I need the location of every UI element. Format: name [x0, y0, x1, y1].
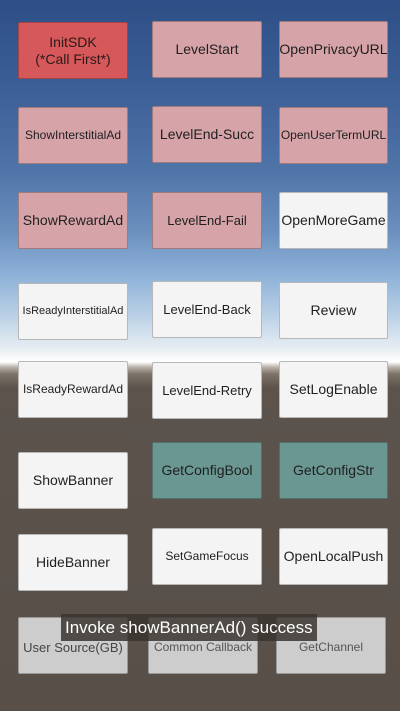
- hide-banner-label: HideBanner: [36, 554, 110, 571]
- set-game-focus-label: SetGameFocus: [165, 549, 249, 564]
- level-start-button[interactable]: LevelStart: [152, 21, 262, 78]
- toast-text: Invoke showBannerAd() success: [65, 617, 313, 637]
- level-end-fail-label: LevelEnd-Fail: [167, 212, 247, 228]
- show-reward-ad-label: ShowRewardAd: [22, 212, 124, 229]
- show-banner-label: ShowBanner: [32, 472, 114, 489]
- set-game-focus-button[interactable]: SetGameFocus: [152, 528, 262, 585]
- level-end-retry-label: LevelEnd-Retry: [162, 382, 252, 398]
- level-end-fail-button[interactable]: LevelEnd-Fail: [152, 192, 262, 249]
- show-banner-button[interactable]: ShowBanner: [18, 452, 128, 509]
- open-local-push-button[interactable]: OpenLocalPush: [279, 528, 388, 585]
- is-ready-reward-ad-button[interactable]: IsReadyRewardAd: [18, 361, 128, 418]
- level-end-succ-button[interactable]: LevelEnd-Succ: [152, 106, 262, 163]
- init-sdk-button[interactable]: InitSDK (*Call First*): [18, 22, 128, 79]
- get-channel-label: GetChannel: [298, 640, 364, 655]
- init-sdk-label: InitSDK: [49, 33, 97, 50]
- open-user-term-url-label: OpenUserTermURL: [280, 128, 387, 143]
- open-local-push-label: OpenLocalPush: [283, 548, 384, 565]
- toast-message: Invoke showBannerAd() success: [61, 614, 317, 641]
- set-log-enable-label: SetLogEnable: [289, 381, 378, 398]
- level-start-label: LevelStart: [175, 41, 239, 58]
- review-button[interactable]: Review: [279, 282, 388, 339]
- show-interstitial-ad-button[interactable]: ShowInterstitialAd: [18, 107, 128, 164]
- common-callback-label: Common Callback: [153, 640, 253, 655]
- review-label: Review: [310, 302, 357, 319]
- level-end-retry-button[interactable]: LevelEnd-Retry: [152, 362, 262, 419]
- get-config-str-label: GetConfigStr: [293, 462, 374, 479]
- level-end-succ-label: LevelEnd-Succ: [159, 126, 255, 143]
- init-sdk-note: (*Call First*): [35, 50, 111, 67]
- get-config-str-button[interactable]: GetConfigStr: [279, 442, 388, 499]
- is-ready-interstitial-ad-label: IsReadyInterstitialAd: [22, 304, 124, 317]
- set-log-enable-button[interactable]: SetLogEnable: [279, 361, 388, 418]
- is-ready-reward-ad-label: IsReadyRewardAd: [22, 382, 124, 397]
- user-source-label: User Source(GB): [23, 639, 123, 655]
- is-ready-interstitial-ad-button[interactable]: IsReadyInterstitialAd: [18, 283, 128, 340]
- show-interstitial-ad-label: ShowInterstitialAd: [24, 128, 122, 143]
- open-privacy-url-button[interactable]: OpenPrivacyURL: [279, 21, 388, 78]
- level-end-back-button[interactable]: LevelEnd-Back: [152, 281, 262, 338]
- level-end-back-label: LevelEnd-Back: [163, 301, 251, 317]
- open-more-game-label: OpenMoreGame: [281, 212, 386, 229]
- get-config-bool-button[interactable]: GetConfigBool: [152, 442, 262, 499]
- hide-banner-button[interactable]: HideBanner: [18, 534, 128, 591]
- open-more-game-button[interactable]: OpenMoreGame: [279, 192, 388, 249]
- get-config-bool-label: GetConfigBool: [161, 462, 253, 479]
- show-reward-ad-button[interactable]: ShowRewardAd: [18, 192, 128, 249]
- open-privacy-url-label: OpenPrivacyURL: [279, 41, 388, 58]
- open-user-term-url-button[interactable]: OpenUserTermURL: [279, 107, 388, 164]
